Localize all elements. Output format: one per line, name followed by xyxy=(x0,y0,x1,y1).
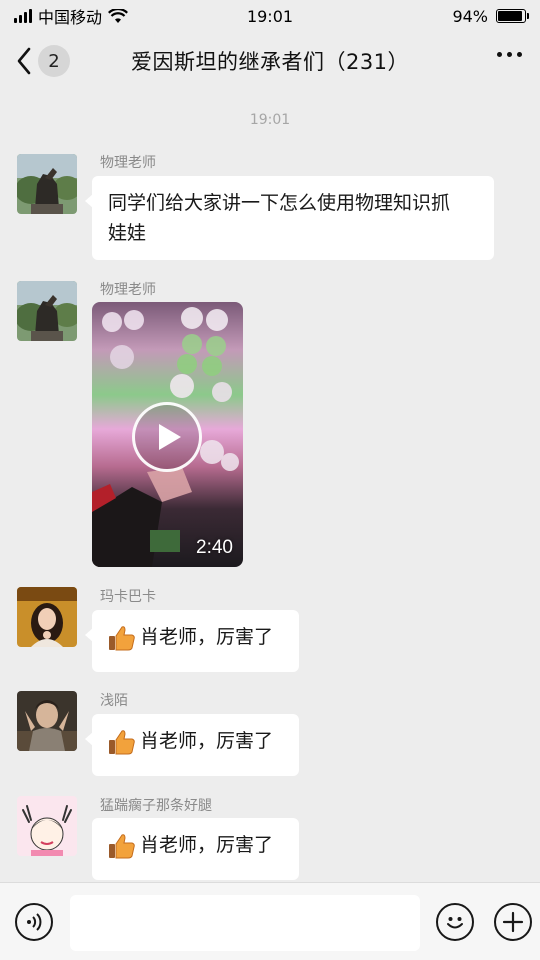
status-time: 19:01 xyxy=(246,6,294,26)
message-input[interactable] xyxy=(70,895,420,951)
play-button[interactable] xyxy=(132,402,202,472)
message-bubble[interactable]: 肖老师，厉害了 xyxy=(92,818,299,880)
thumbs-up-icon xyxy=(109,833,135,858)
message-bubble[interactable]: 肖老师，厉害了 xyxy=(85,610,299,672)
plus-icon xyxy=(502,911,524,933)
message-text-line: 同学们给大家讲一下怎么使用物理知识抓 xyxy=(108,192,451,214)
message-text: 肖老师，厉害了 xyxy=(140,730,274,752)
sender-name: 物理老师 xyxy=(100,282,156,298)
avatar[interactable] xyxy=(17,796,77,856)
statue-avatar-image xyxy=(17,281,77,341)
message-bubble[interactable]: 肖老师，厉害了 xyxy=(85,714,299,776)
status-bar: 中国移动 19:01 94% xyxy=(0,0,540,32)
avatar[interactable] xyxy=(17,154,77,214)
battery-icon xyxy=(496,9,529,23)
more-icon-dot xyxy=(497,52,502,57)
chat-time-label: 19:01 xyxy=(249,112,291,128)
message-text: 肖老师，厉害了 xyxy=(140,626,274,648)
more-icon-dot xyxy=(517,52,522,57)
emoji-button[interactable] xyxy=(436,903,474,941)
emoji-icon xyxy=(447,917,463,929)
message-text-line: 娃娃 xyxy=(108,222,147,244)
video-duration: 2:40 xyxy=(196,537,233,558)
boy-avatar-image xyxy=(17,691,77,751)
voice-icon xyxy=(27,913,42,931)
sender-name: 猛踹瘸子那条好腿 xyxy=(100,798,212,814)
sender-name: 浅陌 xyxy=(100,693,128,709)
thumbs-up-icon xyxy=(109,625,135,650)
play-icon xyxy=(159,424,181,450)
battery-fill xyxy=(498,11,523,21)
statue-avatar-image xyxy=(17,154,77,214)
add-button[interactable] xyxy=(494,903,532,941)
thumbs-up-icon xyxy=(109,729,135,754)
more-button[interactable] xyxy=(497,52,522,57)
input-bar xyxy=(0,882,540,960)
sender-name: 玛卡巴卡 xyxy=(100,589,156,605)
chat-title: 爱因斯坦的继承者们（231） xyxy=(130,50,410,74)
message-bubble[interactable]: 同学们给大家讲一下怎么使用物理知识抓 娃娃 xyxy=(85,176,494,260)
nav-bar: 2 爱因斯坦的继承者们（231） xyxy=(0,32,540,90)
sender-name: 物理老师 xyxy=(100,155,156,171)
avatar[interactable] xyxy=(17,281,77,341)
voice-button[interactable] xyxy=(15,903,53,941)
cartoon-avatar-image xyxy=(17,796,77,856)
video-message[interactable]: 2:40 xyxy=(92,302,243,567)
avatar[interactable] xyxy=(17,587,77,647)
avatar[interactable] xyxy=(17,691,77,751)
girl-avatar-image xyxy=(17,587,77,647)
more-icon-dot xyxy=(507,52,512,57)
message-text: 肖老师，厉害了 xyxy=(140,834,274,856)
